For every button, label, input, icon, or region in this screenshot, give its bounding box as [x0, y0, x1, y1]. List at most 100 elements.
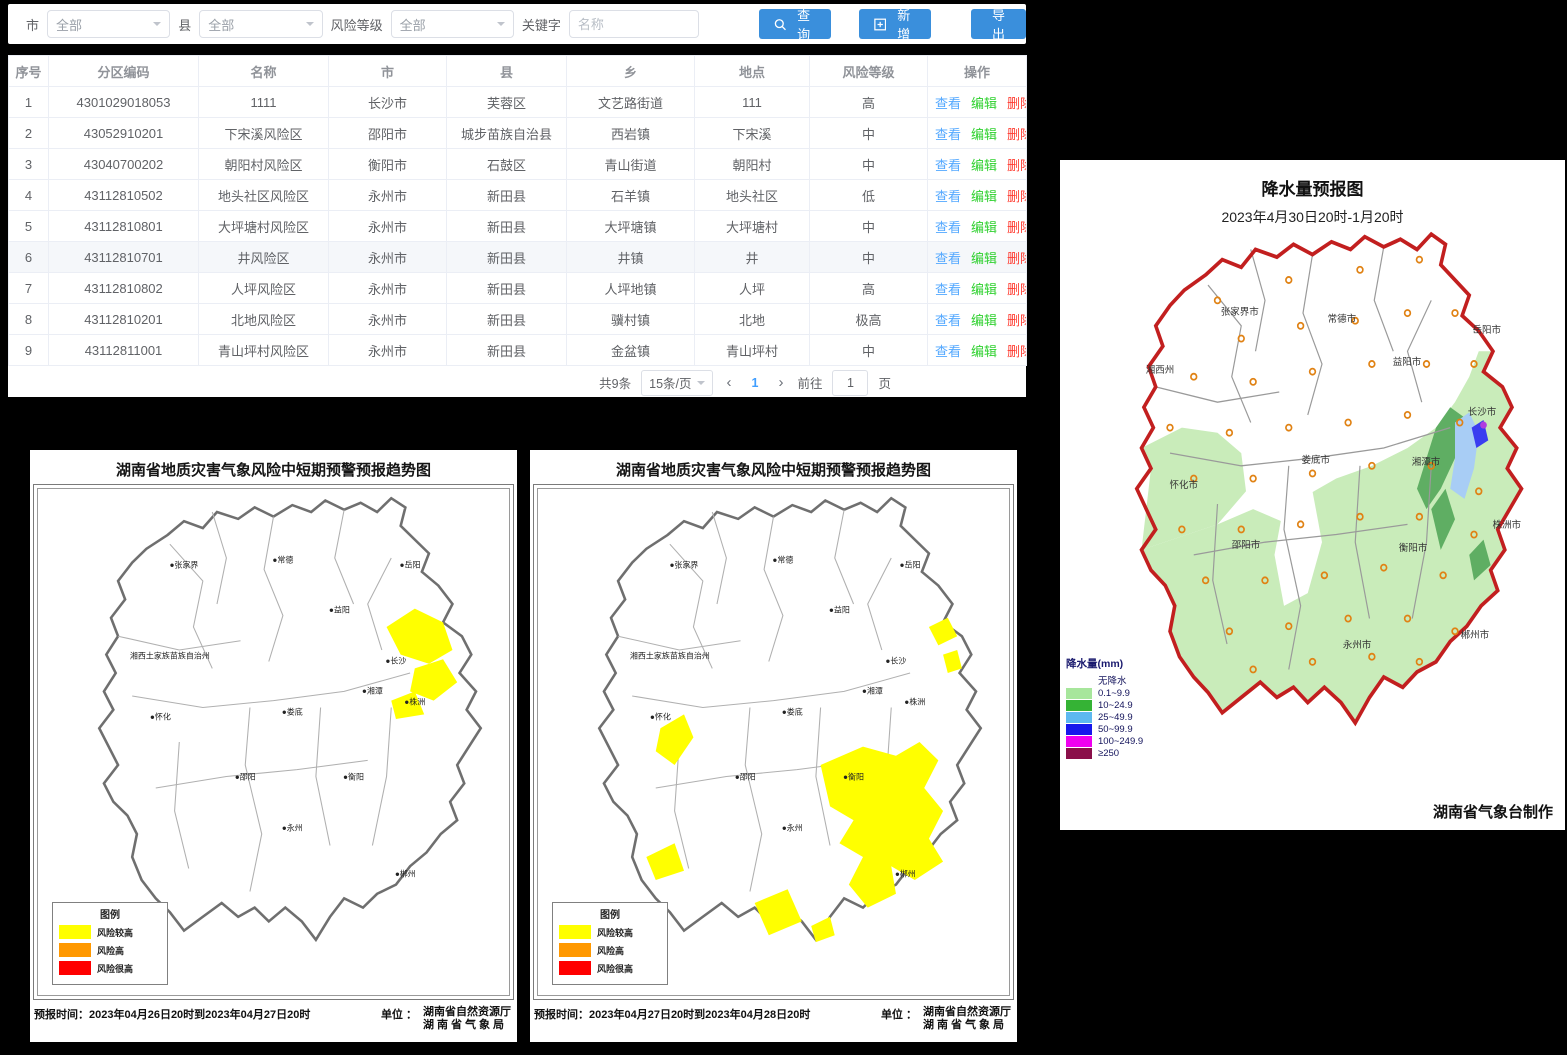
action-edit-link[interactable]: 编辑 — [971, 158, 997, 173]
column-header: 地点 — [695, 56, 810, 87]
county-select[interactable]: 全部 — [199, 10, 322, 38]
table-cell: 城步苗族自治县 — [447, 118, 567, 149]
table-cell: 人坪风险区 — [199, 273, 329, 304]
action-del-link[interactable]: 删除 — [1007, 158, 1026, 173]
action-edit-link[interactable]: 编辑 — [971, 251, 997, 266]
precip-legend-title: 降水量(mm) — [1066, 656, 1181, 671]
row-actions: 查看编辑删除 — [928, 149, 1027, 180]
precipitation-map-panel: 降水量预报图 2023年4月30日20时-1月20时 — [1060, 160, 1565, 830]
keyword-input[interactable] — [569, 10, 699, 38]
trend-map-panel-2: 湖南省地质灾害气象风险中短期预警预报趋势图 — [530, 450, 1017, 1042]
action-edit-link[interactable]: 编辑 — [971, 344, 997, 359]
table-row: 643112810701井风险区永州市新田县井镇井中查看编辑删除 — [9, 242, 1027, 273]
action-edit-link[interactable]: 编辑 — [971, 127, 997, 142]
trend-map-title: 湖南省地质灾害气象风险中短期预警预报趋势图 — [530, 450, 1017, 480]
legend-swatch — [559, 961, 591, 975]
legend-item: 50~99.9 — [1066, 724, 1181, 735]
action-del-link[interactable]: 删除 — [1007, 96, 1026, 111]
export-button[interactable]: 导出 — [971, 9, 1026, 39]
table-row: 843112810201北地风险区永州市新田县骥村镇北地极高查看编辑删除 — [9, 304, 1027, 335]
trend-map-panel-1: 湖南省地质灾害气象风险中短期预警预报趋势图 — [30, 450, 517, 1042]
action-edit-link[interactable]: 编辑 — [971, 313, 997, 328]
action-view-link[interactable]: 查看 — [935, 220, 961, 235]
action-view-link[interactable]: 查看 — [935, 313, 961, 328]
filter-panel: 市 全部 县 全部 风险等级 全部 关键字 查询 新增 导出 — [8, 4, 1026, 44]
table-cell: 8 — [9, 304, 49, 335]
next-page-button[interactable]: › — [774, 374, 787, 391]
table-row: 243052910201下宋溪风险区邵阳市城步苗族自治县西岩镇下宋溪中查看编辑删… — [9, 118, 1027, 149]
city-select[interactable]: 全部 — [47, 10, 170, 38]
action-view-link[interactable]: 查看 — [935, 158, 961, 173]
table-cell: 下宋溪风险区 — [199, 118, 329, 149]
action-edit-link[interactable]: 编辑 — [971, 96, 997, 111]
trend-caption: 预报时间：2023年04月26日20时到2023年04月27日20时 单位 ： … — [34, 1006, 511, 1032]
goto-page-input[interactable] — [832, 370, 868, 396]
row-actions: 查看编辑删除 — [928, 273, 1027, 304]
action-view-link[interactable]: 查看 — [935, 127, 961, 142]
unit-line1: 湖南省自然资源厅 — [423, 1006, 511, 1019]
trend-map-frame: 图例 风险较高风险高风险很高 ●张家界●常德●岳阳湘西土家族苗族自治州●益阳●长… — [533, 484, 1014, 1000]
table-cell: 下宋溪 — [695, 118, 810, 149]
legend-item: 风险高 — [59, 943, 161, 957]
table-cell: 中 — [810, 335, 928, 366]
legend-item: 风险很高 — [559, 961, 661, 975]
action-view-link[interactable]: 查看 — [935, 282, 961, 297]
legend-item: 风险较高 — [559, 925, 661, 939]
page-size-select[interactable]: 15条/页 — [641, 370, 712, 396]
precip-legend-rows: 无降水0.1~9.910~24.925~49.950~99.9100~249.9… — [1066, 673, 1181, 759]
table-cell: 骥村镇 — [567, 304, 695, 335]
row-actions: 查看编辑删除 — [928, 118, 1027, 149]
column-header: 名称 — [199, 56, 329, 87]
legend-label: 风险较高 — [597, 926, 633, 939]
search-button[interactable]: 查询 — [759, 9, 831, 39]
trend-map-2: 图例 风险较高风险高风险很高 ●张家界●常德●岳阳湘西土家族苗族自治州●益阳●长… — [537, 488, 1010, 996]
prev-page-button[interactable]: ‹ — [723, 374, 736, 391]
table-cell: 4301029018053 — [49, 87, 199, 118]
county-select-value: 全部 — [208, 15, 234, 34]
action-del-link[interactable]: 删除 — [1007, 344, 1026, 359]
action-del-link[interactable]: 删除 — [1007, 127, 1026, 142]
action-view-link[interactable]: 查看 — [935, 96, 961, 111]
legend-label: 0.1~9.9 — [1098, 688, 1130, 699]
column-header: 风险等级 — [810, 56, 928, 87]
action-view-link[interactable]: 查看 — [935, 344, 961, 359]
keyword-filter-label: 关键字 — [522, 15, 561, 34]
pagination-bar: 共9条 15条/页 ‹ 1 › 前往 页 — [8, 366, 1026, 399]
risk-filter-label: 风险等级 — [331, 15, 383, 34]
add-button[interactable]: 新增 — [859, 9, 931, 39]
action-del-link[interactable]: 删除 — [1007, 282, 1026, 297]
row-actions: 查看编辑删除 — [928, 304, 1027, 335]
action-edit-link[interactable]: 编辑 — [971, 220, 997, 235]
legend-item: 风险较高 — [59, 925, 161, 939]
table-cell: 新田县 — [447, 304, 567, 335]
table-cell: 1 — [9, 87, 49, 118]
action-view-link[interactable]: 查看 — [935, 251, 961, 266]
action-view-link[interactable]: 查看 — [935, 189, 961, 204]
action-edit-link[interactable]: 编辑 — [971, 189, 997, 204]
city-filter-label: 市 — [26, 15, 39, 34]
current-page[interactable]: 1 — [746, 376, 765, 390]
forecast-time: 预报时间：2023年04月27日20时到2023年04月28日20时 — [534, 1006, 810, 1032]
table-cell: 地头社区风险区 — [199, 180, 329, 211]
row-actions: 查看编辑删除 — [928, 335, 1027, 366]
action-del-link[interactable]: 删除 — [1007, 220, 1026, 235]
table-cell: 青山坪村风险区 — [199, 335, 329, 366]
table-cell: 邵阳市 — [329, 118, 447, 149]
table-cell: 中 — [810, 242, 928, 273]
action-edit-link[interactable]: 编辑 — [971, 282, 997, 297]
goto-label: 前往 — [797, 373, 822, 392]
table-cell: 青山街道 — [567, 149, 695, 180]
city-select-value: 全部 — [56, 15, 82, 34]
action-del-link[interactable]: 删除 — [1007, 189, 1026, 204]
table-cell: 新田县 — [447, 335, 567, 366]
unit-label: 单位 ： — [381, 1006, 417, 1032]
table-cell: 永州市 — [329, 273, 447, 304]
legend-item: 25~49.9 — [1066, 712, 1181, 723]
action-del-link[interactable]: 删除 — [1007, 251, 1026, 266]
table-cell: 中 — [810, 118, 928, 149]
row-actions: 查看编辑删除 — [928, 180, 1027, 211]
legend-item: 100~249.9 — [1066, 736, 1181, 747]
column-header: 分区编码 — [49, 56, 199, 87]
action-del-link[interactable]: 删除 — [1007, 313, 1026, 328]
risk-level-select[interactable]: 全部 — [391, 10, 514, 38]
